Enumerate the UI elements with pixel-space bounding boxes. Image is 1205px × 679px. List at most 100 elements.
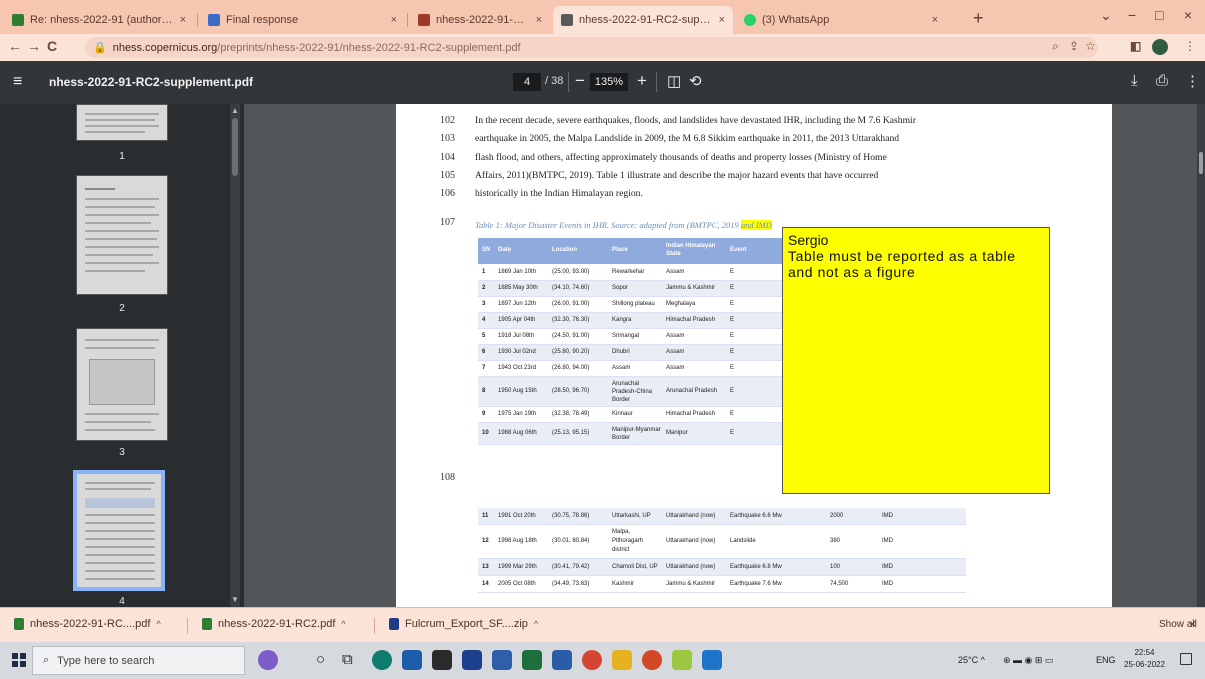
back-button[interactable]: ←: [8, 38, 22, 54]
chrome-menu-icon[interactable]: ⋮: [1184, 39, 1196, 53]
profile-avatar[interactable]: [1152, 39, 1168, 55]
table-cell: Srimangal: [612, 333, 640, 339]
maximize-button[interactable]: □: [1155, 7, 1163, 23]
zoom-out-button[interactable]: −: [575, 71, 585, 91]
table-cell: 13: [482, 563, 489, 570]
highlighted-text[interactable]: and IMD: [740, 220, 772, 230]
table-cell: 1950 Aug 15th: [498, 388, 537, 394]
address-bar[interactable]: 🔒 nhess.copernicus.org/preprints/nhess-2…: [85, 37, 1098, 58]
browser-tab[interactable]: nhess-2022-91-RC2.pdf ×: [410, 6, 550, 34]
page-thumbnail[interactable]: [76, 328, 168, 441]
table-cell: Manipur-Myanmar Border: [612, 427, 661, 441]
document-scrollbar[interactable]: [1197, 104, 1205, 607]
browser-tab[interactable]: (3) WhatsApp ×: [736, 6, 946, 34]
scroll-down-arrow-icon[interactable]: ▼: [231, 595, 239, 604]
document-scrollbar-thumb[interactable]: [1199, 152, 1203, 174]
file-explorer-icon[interactable]: [612, 650, 632, 670]
tab-close-icon[interactable]: ×: [719, 14, 725, 26]
print-icon[interactable]: ⎙: [1156, 72, 1168, 89]
tab-close-icon[interactable]: ×: [932, 14, 938, 26]
table-cell: E: [730, 269, 735, 275]
app-icon[interactable]: [642, 650, 662, 670]
table-cell: Assam: [612, 365, 631, 371]
table-cell: (30.01, 80.84): [552, 538, 590, 544]
table-cell: Kinnaur: [612, 411, 633, 417]
table-cell: (30.75, 78.86): [552, 512, 590, 519]
sidepanel-icon[interactable]: ◧: [1130, 39, 1141, 53]
menu-icon[interactable]: ≡: [13, 73, 22, 91]
chevron-up-icon[interactable]: ^: [341, 619, 345, 629]
lock-icon[interactable]: 🔒: [93, 41, 107, 54]
table-cell: E: [730, 301, 735, 307]
notification-icon[interactable]: [1180, 653, 1192, 665]
windows-start-icon[interactable]: [12, 653, 26, 667]
table-cell: (28.50, 96.70): [552, 388, 590, 394]
scroll-up-arrow-icon[interactable]: ▲: [231, 106, 239, 115]
close-downloads-button[interactable]: ×: [1189, 617, 1196, 631]
sidebar-scrollbar[interactable]: [230, 104, 240, 607]
bookmark-star-icon[interactable]: ☆: [1085, 39, 1096, 53]
table-cell: Arunachal Pradesh-China Border: [612, 381, 653, 403]
share-icon[interactable]: ⇪: [1069, 39, 1079, 53]
download-icon[interactable]: ⤓: [1131, 72, 1138, 89]
windows-taskbar: ⌕ Type here to search ○ ⧉ 25°C ^ ⊕ ▬ ◉ ⊞…: [0, 642, 1205, 679]
task-view-icon[interactable]: ⧉: [342, 651, 353, 668]
tab-title: nhess-2022-91-RC2-supplem...: [579, 14, 713, 26]
app-icon[interactable]: [432, 650, 452, 670]
table-cell: IMD: [882, 512, 893, 519]
sidebar-scrollbar-thumb[interactable]: [232, 118, 238, 176]
taskbar-search[interactable]: ⌕ Type here to search: [32, 646, 245, 675]
forward-button[interactable]: →: [27, 38, 41, 54]
mail-icon[interactable]: [492, 650, 512, 670]
table-cell: E: [730, 285, 735, 291]
search-lens-icon[interactable]: ⌕: [1052, 39, 1059, 54]
browser-tab[interactable]: Final response ×: [200, 6, 405, 34]
table-cell: 1999 Mar 29th: [498, 563, 537, 570]
download-item[interactable]: nhess-2022-91-RC2.pdf ^: [202, 618, 346, 630]
table-cell: 1930 Jul 02nd: [498, 349, 536, 355]
rotate-icon[interactable]: ⟲: [689, 72, 702, 90]
pdf-filename: nhess-2022-91-RC2-supplement.pdf: [49, 75, 254, 89]
edge-browser-icon[interactable]: [372, 650, 392, 670]
more-actions-icon[interactable]: ⋮: [1185, 72, 1200, 90]
copilot-icon[interactable]: [258, 650, 278, 670]
chevron-up-icon[interactable]: ^: [156, 619, 160, 629]
photos-icon[interactable]: [552, 650, 572, 670]
page-thumbnail-selected[interactable]: [73, 470, 165, 591]
tray-icons[interactable]: ⊕ ▬ ◉ ⊞ ▭: [1003, 655, 1053, 666]
cortana-icon[interactable]: ○: [316, 651, 325, 668]
taskbar-clock[interactable]: 22:54 25-06-2022: [1124, 647, 1165, 671]
comment-popup[interactable]: Sergio Table must be reported as a table…: [782, 227, 1050, 494]
chrome-icon[interactable]: [582, 650, 602, 670]
reload-button[interactable]: C: [47, 38, 57, 54]
store-icon[interactable]: [402, 650, 422, 670]
download-item[interactable]: Fulcrum_Export_SF....zip ^: [389, 618, 538, 630]
header-cell: Date: [498, 247, 512, 253]
excel-icon[interactable]: [522, 650, 542, 670]
close-window-button[interactable]: ×: [1184, 7, 1192, 23]
page-thumbnail[interactable]: [76, 175, 168, 295]
document-viewport[interactable]: 102 In the recent decade, severe earthqu…: [244, 104, 1205, 607]
weather-widget[interactable]: 25°C ^: [958, 655, 985, 665]
language-indicator[interactable]: ENG: [1096, 655, 1116, 665]
app-icon[interactable]: [702, 650, 722, 670]
tab-close-icon[interactable]: ×: [391, 14, 397, 26]
fit-page-icon[interactable]: ◫: [667, 72, 681, 90]
browser-tab[interactable]: Re: nhess-2022-91 (author) - Nos... ×: [4, 6, 194, 34]
page-thumbnail[interactable]: [76, 104, 168, 141]
page-number-input[interactable]: 4: [513, 73, 541, 91]
table-cell: (30.41, 79.42): [552, 563, 590, 570]
table-cell: 14: [482, 580, 489, 587]
new-tab-button[interactable]: +: [973, 8, 984, 29]
zoom-input[interactable]: 135%: [590, 73, 628, 91]
app-icon[interactable]: [672, 650, 692, 670]
tab-search-icon[interactable]: ⌄: [1100, 7, 1112, 24]
zoom-in-button[interactable]: +: [637, 71, 647, 91]
minimize-button[interactable]: −: [1128, 7, 1136, 23]
browser-tab-active[interactable]: nhess-2022-91-RC2-supplem... ×: [553, 6, 733, 34]
download-item[interactable]: nhess-2022-91-RC....pdf ^: [14, 618, 161, 630]
app-icon[interactable]: [462, 650, 482, 670]
chevron-up-icon[interactable]: ^: [534, 619, 538, 629]
tab-close-icon[interactable]: ×: [536, 14, 542, 26]
tab-close-icon[interactable]: ×: [180, 14, 186, 26]
